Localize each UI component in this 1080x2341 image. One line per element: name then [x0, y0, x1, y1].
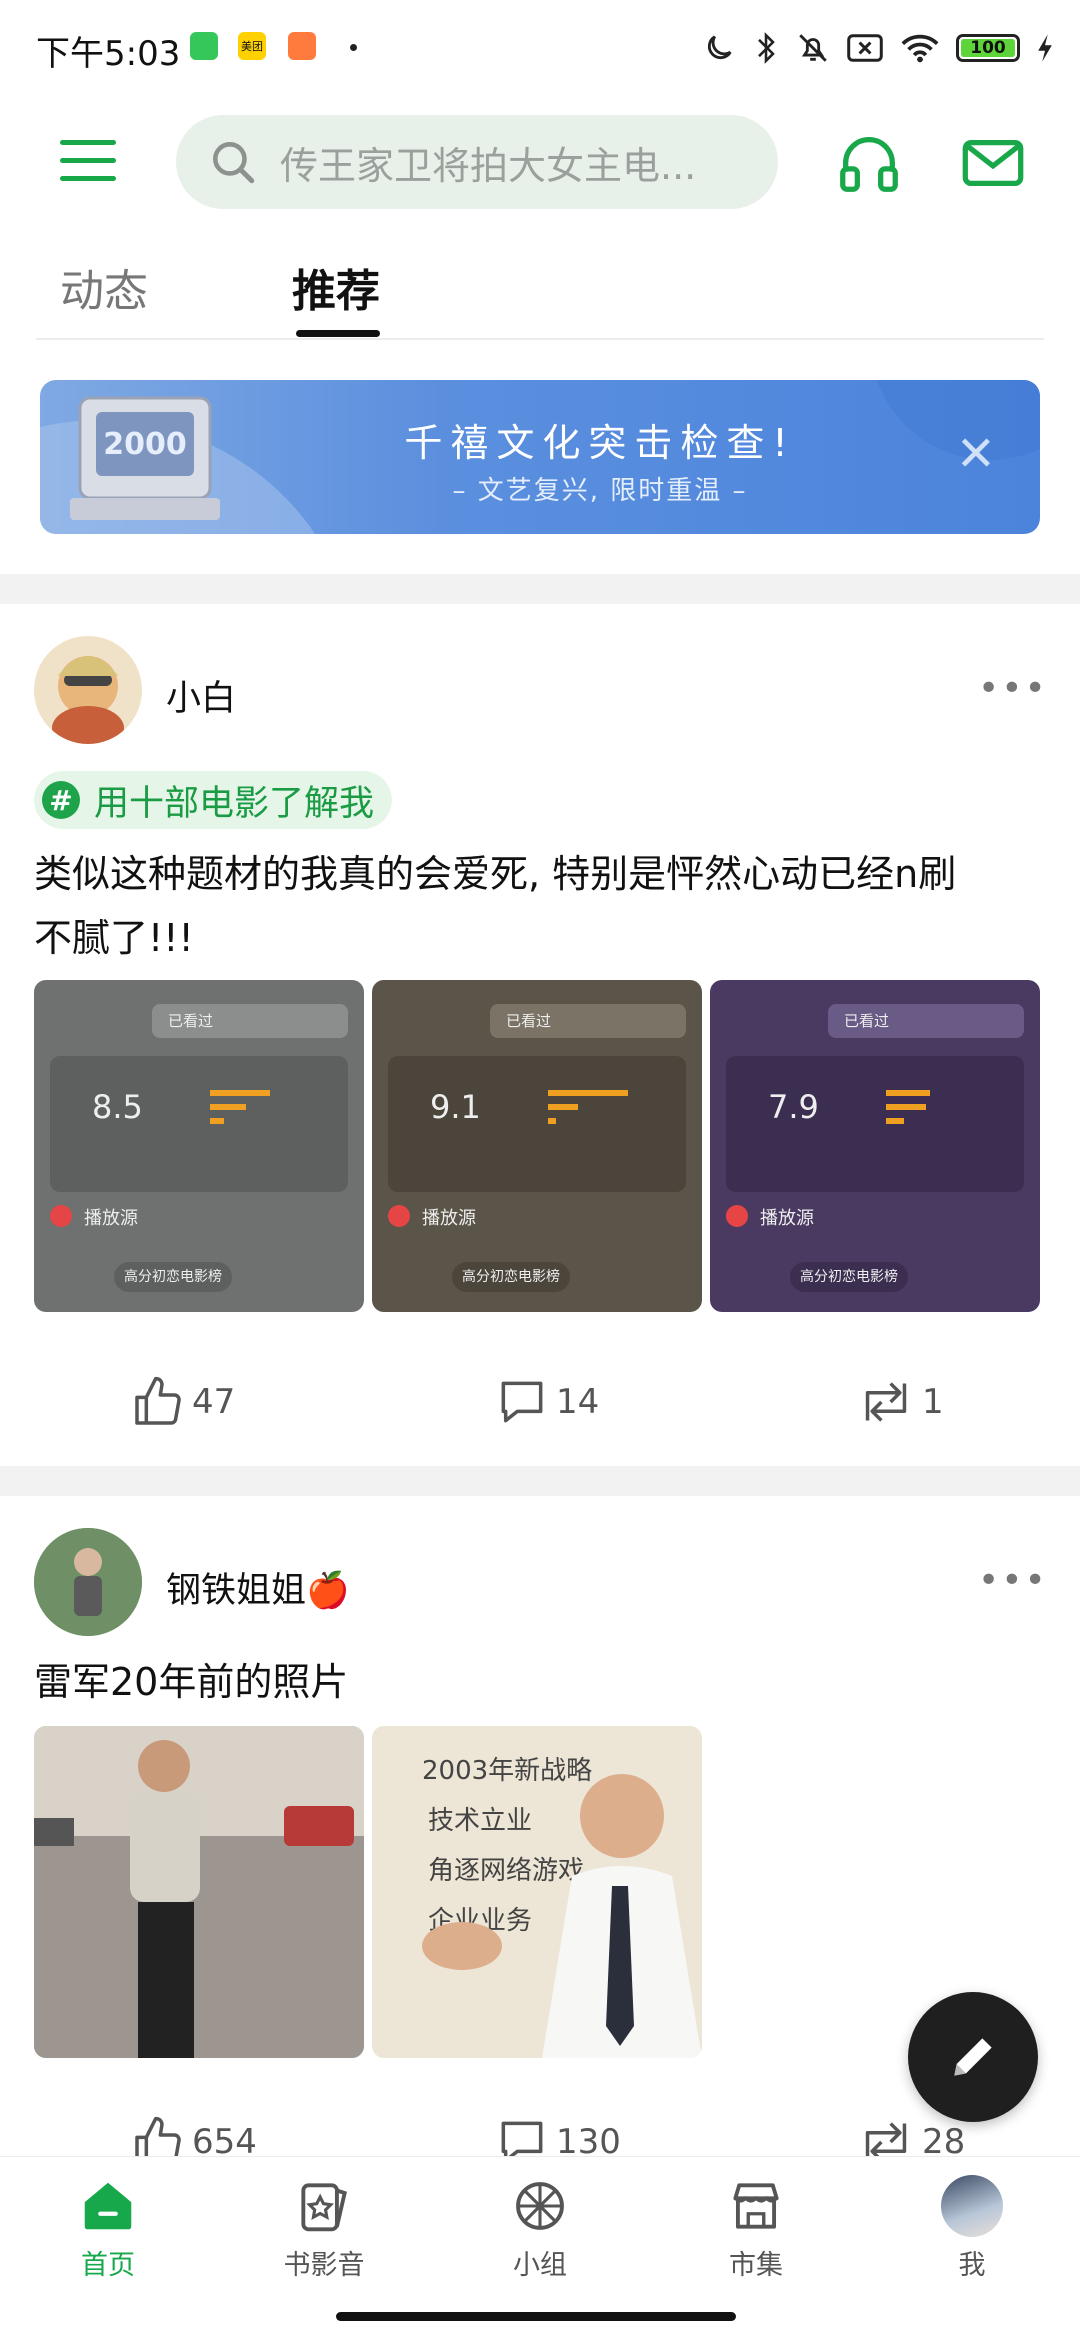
repost-icon	[865, 1382, 907, 1422]
tab-recommend[interactable]: 推荐	[292, 255, 380, 319]
search-placeholder: 传王家卫将拍大女主电...	[280, 143, 697, 188]
search-input[interactable]: 传王家卫将拍大女主电...	[176, 115, 778, 209]
section-divider	[0, 1466, 1080, 1496]
avatar	[941, 2175, 1003, 2237]
battery-indicator: 100	[956, 34, 1020, 62]
home-icon	[84, 2182, 132, 2230]
search-icon	[213, 142, 255, 184]
thumbs-up-icon	[135, 1376, 181, 1425]
banner-subtitle: – 文艺复兴, 限时重温 –	[452, 476, 748, 506]
wifi-icon	[901, 34, 939, 63]
nav-books-movies-music[interactable]: 书影音	[216, 2175, 432, 2282]
repost-button[interactable]: 1	[856, 1374, 944, 1430]
like-button[interactable]: 47	[130, 1374, 235, 1430]
status-bar: 下午5:03 美团 100	[0, 0, 1080, 95]
mail-icon[interactable]	[958, 128, 1028, 198]
banner-title: 千禧文化突击检查!	[404, 421, 796, 465]
promo-banner[interactable]: 2000 千禧文化突击检查! – 文艺复兴, 限时重温 – ✕	[40, 380, 1040, 534]
notification-dot	[350, 44, 357, 51]
more-icon[interactable]: •••	[978, 1560, 1048, 1601]
hashtag-icon: #	[42, 781, 80, 819]
home-indicator[interactable]	[336, 2312, 736, 2321]
mute-icon	[799, 34, 827, 62]
avatar[interactable]	[34, 636, 142, 744]
charging-icon	[1038, 34, 1052, 62]
comment-icon	[501, 1381, 543, 1423]
cards-icon	[301, 2183, 347, 2232]
topic-tag[interactable]: # 用十部电影了解我	[34, 771, 393, 829]
wechat-app-icon	[190, 32, 218, 60]
headphones-icon[interactable]	[834, 128, 904, 198]
tab-divider	[36, 338, 1044, 340]
group-icon	[516, 2182, 564, 2230]
photo-image[interactable]: 2003年新战略 技术立业 角逐网络游戏 企业业务	[372, 1726, 702, 2058]
nav-home[interactable]: 首页	[0, 2175, 216, 2282]
post-text: 类似这种题材的我真的会爱死, 特别是怦然心动已经n刷 不腻了!!!	[34, 852, 957, 960]
nav-me[interactable]: 我	[864, 2175, 1080, 2282]
system-icons: 100	[702, 28, 1054, 68]
active-tab-indicator	[296, 330, 380, 337]
status-time: 下午5:03	[36, 34, 181, 74]
avatar[interactable]	[34, 1528, 142, 1636]
moon-icon	[707, 35, 732, 60]
section-divider	[0, 574, 1080, 604]
nav-groups[interactable]: 小组	[432, 2175, 648, 2282]
tab-following[interactable]: 动态	[60, 255, 148, 319]
bluetooth-icon	[758, 32, 775, 64]
store-icon	[733, 2183, 779, 2229]
movie-card-image[interactable]: 已看过 8.5 播放源 高分初恋电影榜	[34, 980, 364, 1312]
compose-button[interactable]	[908, 1992, 1038, 2122]
post-author[interactable]: 小白	[166, 670, 236, 721]
more-icon[interactable]: •••	[978, 668, 1048, 709]
pencil-icon	[954, 2038, 992, 2076]
meituan-app-icon: 美团	[238, 32, 266, 60]
menu-button[interactable]	[60, 140, 116, 184]
comment-button[interactable]: 14	[494, 1374, 599, 1430]
nav-market[interactable]: 市集	[648, 2175, 864, 2282]
movie-card-image[interactable]: 已看过 7.9 播放源 高分初恋电影榜	[710, 980, 1040, 1312]
close-icon[interactable]: ✕	[956, 430, 996, 478]
sim-x-icon	[847, 34, 883, 62]
post-text: 雷军20年前的照片	[34, 1660, 349, 1704]
photo-image[interactable]	[34, 1726, 364, 2058]
shopping-app-icon	[288, 32, 316, 60]
movie-card-image[interactable]: 已看过 9.1 播放源 高分初恋电影榜	[372, 980, 702, 1312]
post-author[interactable]: 钢铁姐姐🍎	[166, 1562, 350, 1613]
